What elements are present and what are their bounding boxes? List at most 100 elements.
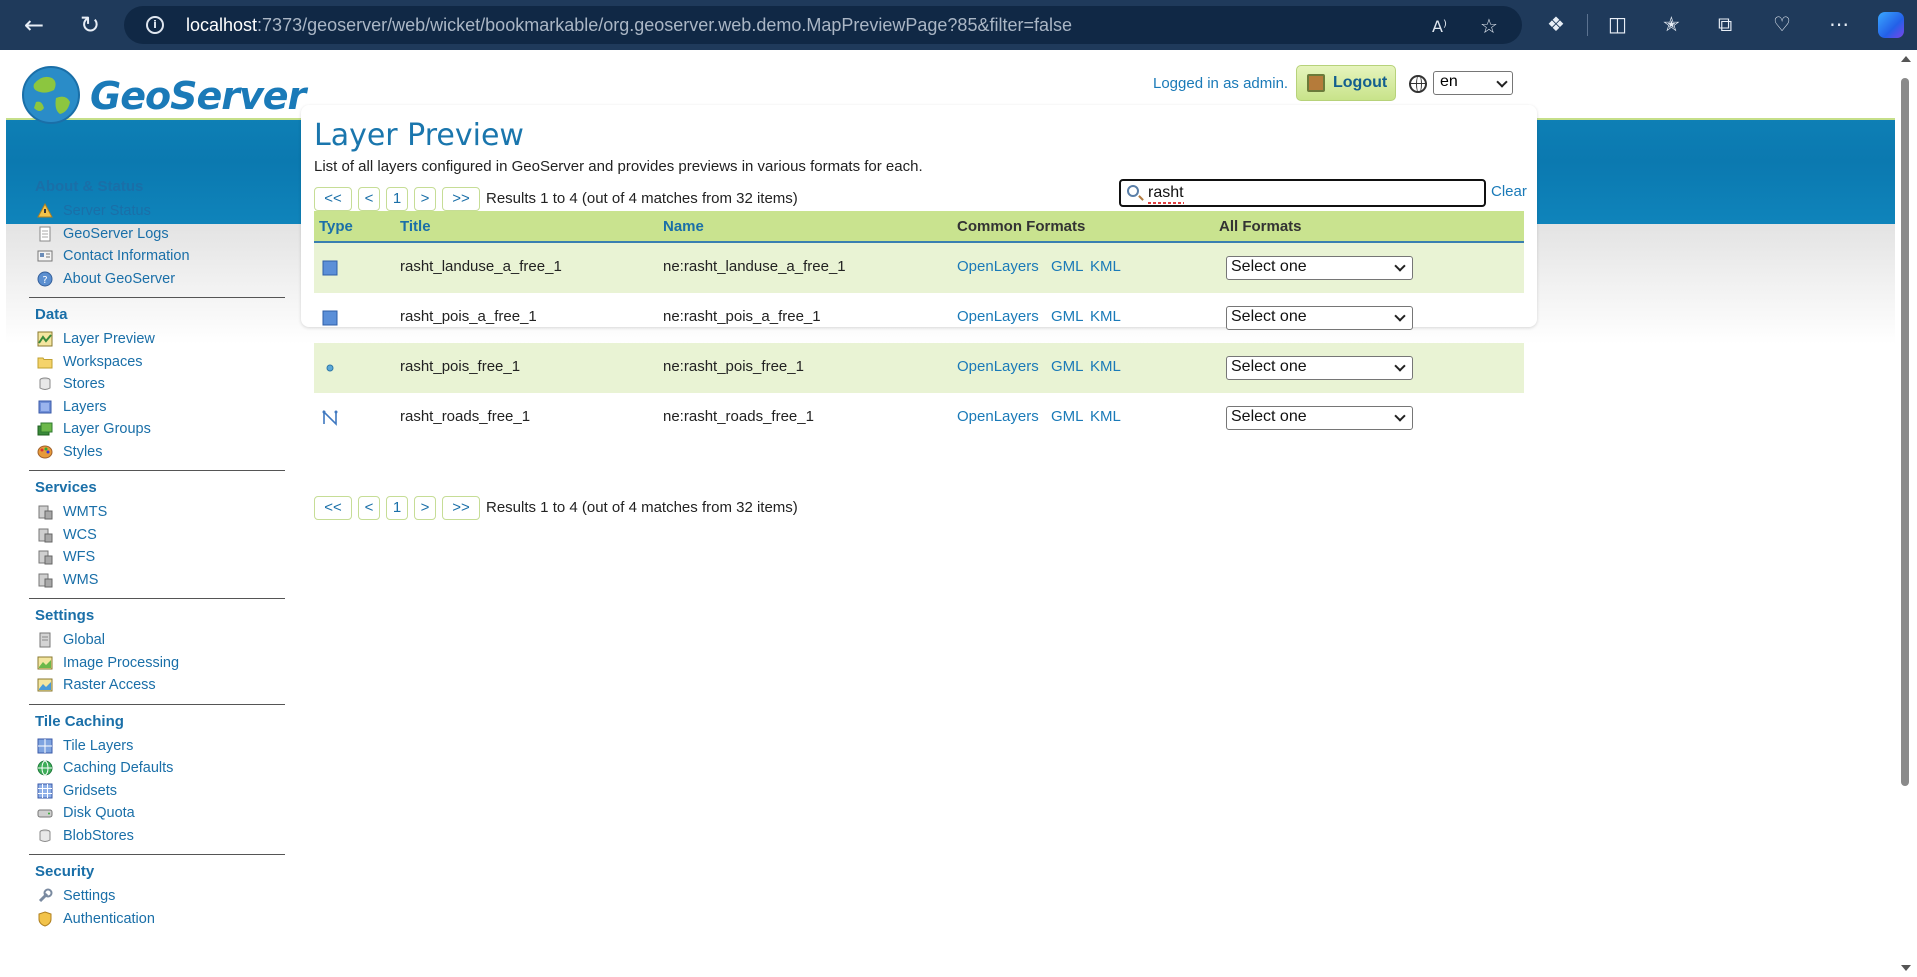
openlayers-link[interactable]: OpenLayers: [957, 258, 1039, 275]
openlayers-link[interactable]: OpenLayers: [957, 358, 1039, 375]
sidebar-item-security-settings[interactable]: Settings: [29, 885, 285, 908]
address-bar[interactable]: i localhost:7373/geoserver/web/wicket/bo…: [124, 6, 1522, 44]
extensions-icon[interactable]: ❖: [1547, 12, 1565, 36]
copilot-icon[interactable]: [1878, 12, 1904, 38]
browser-essentials-icon[interactable]: ♡: [1773, 12, 1791, 36]
sidebar-item-authentication[interactable]: Authentication: [29, 908, 285, 931]
point-type-icon: [326, 364, 334, 372]
col-type-header[interactable]: Type: [319, 218, 353, 235]
layer-preview-icon: [37, 331, 53, 347]
sidebar-item-server-status[interactable]: Server Status: [29, 200, 285, 223]
split-screen-icon[interactable]: ◫: [1608, 12, 1627, 36]
all-formats-select[interactable]: Select one: [1226, 356, 1413, 380]
sidebar-item-disk-quota[interactable]: Disk Quota: [29, 802, 285, 825]
service-server-icon: [38, 528, 53, 542]
sidebar-item-image-processing[interactable]: Image Processing: [29, 652, 285, 675]
sidebar-item-wcs[interactable]: WCS: [29, 524, 285, 547]
pager-first-button[interactable]: <<: [314, 496, 352, 520]
service-server-icon: [38, 573, 53, 587]
pager-last-button[interactable]: >>: [442, 496, 480, 520]
scroll-up-arrow-icon[interactable]: [1901, 56, 1911, 62]
read-aloud-icon[interactable]: A⁾: [1432, 17, 1447, 36]
gml-link[interactable]: GML: [1051, 358, 1084, 375]
pager-prev-button[interactable]: <: [358, 187, 380, 211]
sidebar-section-services: Services WMTS WCS WFS WMS: [29, 479, 285, 591]
search-input[interactable]: rasht: [1119, 179, 1486, 207]
sidebar-item-layer-groups[interactable]: Layer Groups: [29, 418, 285, 441]
kml-link[interactable]: KML: [1090, 258, 1121, 275]
pager-last-button[interactable]: >>: [442, 187, 480, 211]
logout-label: Logout: [1333, 74, 1388, 91]
sidebar-item-wms[interactable]: WMS: [29, 569, 285, 592]
gml-link[interactable]: GML: [1051, 258, 1084, 275]
image-processing-icon: [37, 656, 53, 669]
gml-link[interactable]: GML: [1051, 308, 1084, 325]
all-formats-select[interactable]: Select one: [1226, 256, 1413, 280]
pager-prev-button[interactable]: <: [358, 496, 380, 520]
sidebar-item-about-geoserver[interactable]: ? About GeoServer: [29, 268, 285, 291]
gml-link[interactable]: GML: [1051, 408, 1084, 425]
pager-page-button[interactable]: 1: [386, 187, 408, 211]
sidebar-item-global[interactable]: Global: [29, 629, 285, 652]
sidebar-item-caching-defaults[interactable]: Caching Defaults: [29, 757, 285, 780]
collections-icon[interactable]: ⧉: [1718, 12, 1732, 36]
clear-search-link[interactable]: Clear: [1491, 183, 1527, 200]
url-text[interactable]: localhost:7373/geoserver/web/wicket/book…: [186, 15, 1072, 36]
folder-icon: [37, 357, 53, 368]
page-title: Layer Preview: [314, 118, 524, 153]
vertical-scrollbar[interactable]: [1895, 50, 1917, 977]
log-document-icon: [39, 226, 51, 241]
line-type-icon: [322, 410, 338, 426]
wrench-icon: [38, 888, 53, 903]
site-info-icon[interactable]: i: [146, 16, 164, 34]
pager-next-button[interactable]: >: [414, 496, 436, 520]
openlayers-link[interactable]: OpenLayers: [957, 308, 1039, 325]
all-formats-select[interactable]: Select one: [1226, 406, 1413, 430]
sidebar-item-gridsets[interactable]: Gridsets: [29, 780, 285, 803]
all-formats-select[interactable]: Select one: [1226, 306, 1413, 330]
sidebar-item-layer-preview[interactable]: Layer Preview: [29, 328, 285, 351]
logout-button[interactable]: Logout: [1296, 65, 1396, 101]
layer-groups-icon: [37, 422, 53, 436]
server-status-icon: [37, 203, 53, 218]
kml-link[interactable]: KML: [1090, 408, 1121, 425]
sidebar-item-geoserver-logs[interactable]: GeoServer Logs: [29, 223, 285, 246]
search-icon: [1127, 185, 1139, 197]
disk-icon: [37, 809, 53, 818]
logout-door-icon: [1307, 74, 1325, 92]
contact-card-icon: [37, 250, 53, 262]
openlayers-link[interactable]: OpenLayers: [957, 408, 1039, 425]
layer-name: ne:rasht_pois_a_free_1: [663, 308, 821, 325]
sidebar-item-contact-information[interactable]: Contact Information: [29, 245, 285, 268]
pager-first-button[interactable]: <<: [314, 187, 352, 211]
scroll-down-arrow-icon[interactable]: [1901, 965, 1911, 971]
sidebar-item-tile-layers[interactable]: Tile Layers: [29, 735, 285, 758]
sidebar-section-data: Data Layer Preview Workspaces Stores Lay…: [29, 306, 285, 463]
chevron-down-icon: [1394, 310, 1406, 322]
sidebar-item-layers[interactable]: Layers: [29, 396, 285, 419]
favorite-star-icon[interactable]: ☆: [1480, 14, 1498, 38]
kml-link[interactable]: KML: [1090, 358, 1121, 375]
sidebar-item-raster-access[interactable]: Raster Access: [29, 674, 285, 697]
sidebar-item-wmts[interactable]: WMTS: [29, 501, 285, 524]
col-title-header[interactable]: Title: [400, 218, 431, 235]
more-menu-icon[interactable]: ⋯: [1829, 12, 1849, 36]
sidebar-section-security: Security Settings Authentication: [29, 863, 285, 930]
favorites-icon[interactable]: ✭: [1663, 12, 1680, 36]
kml-link[interactable]: KML: [1090, 308, 1121, 325]
sidebar-item-stores[interactable]: Stores: [29, 373, 285, 396]
sidebar-item-styles[interactable]: Styles: [29, 441, 285, 464]
sidebar-item-wfs[interactable]: WFS: [29, 546, 285, 569]
sidebar-item-blobstores[interactable]: BlobStores: [29, 825, 285, 848]
language-select[interactable]: en: [1433, 71, 1513, 95]
sidebar-item-workspaces[interactable]: Workspaces: [29, 351, 285, 374]
layer-title: rasht_roads_free_1: [400, 408, 531, 425]
pager-results-text: Results 1 to 4 (out of 4 matches from 32…: [486, 499, 798, 516]
chevron-down-icon: [1394, 410, 1406, 422]
scrollbar-thumb[interactable]: [1901, 78, 1909, 786]
refresh-icon[interactable]: ↻: [76, 11, 104, 39]
col-name-header[interactable]: Name: [663, 218, 704, 235]
back-arrow-icon[interactable]: ←: [20, 11, 48, 39]
pager-next-button[interactable]: >: [414, 187, 436, 211]
pager-page-button[interactable]: 1: [386, 496, 408, 520]
